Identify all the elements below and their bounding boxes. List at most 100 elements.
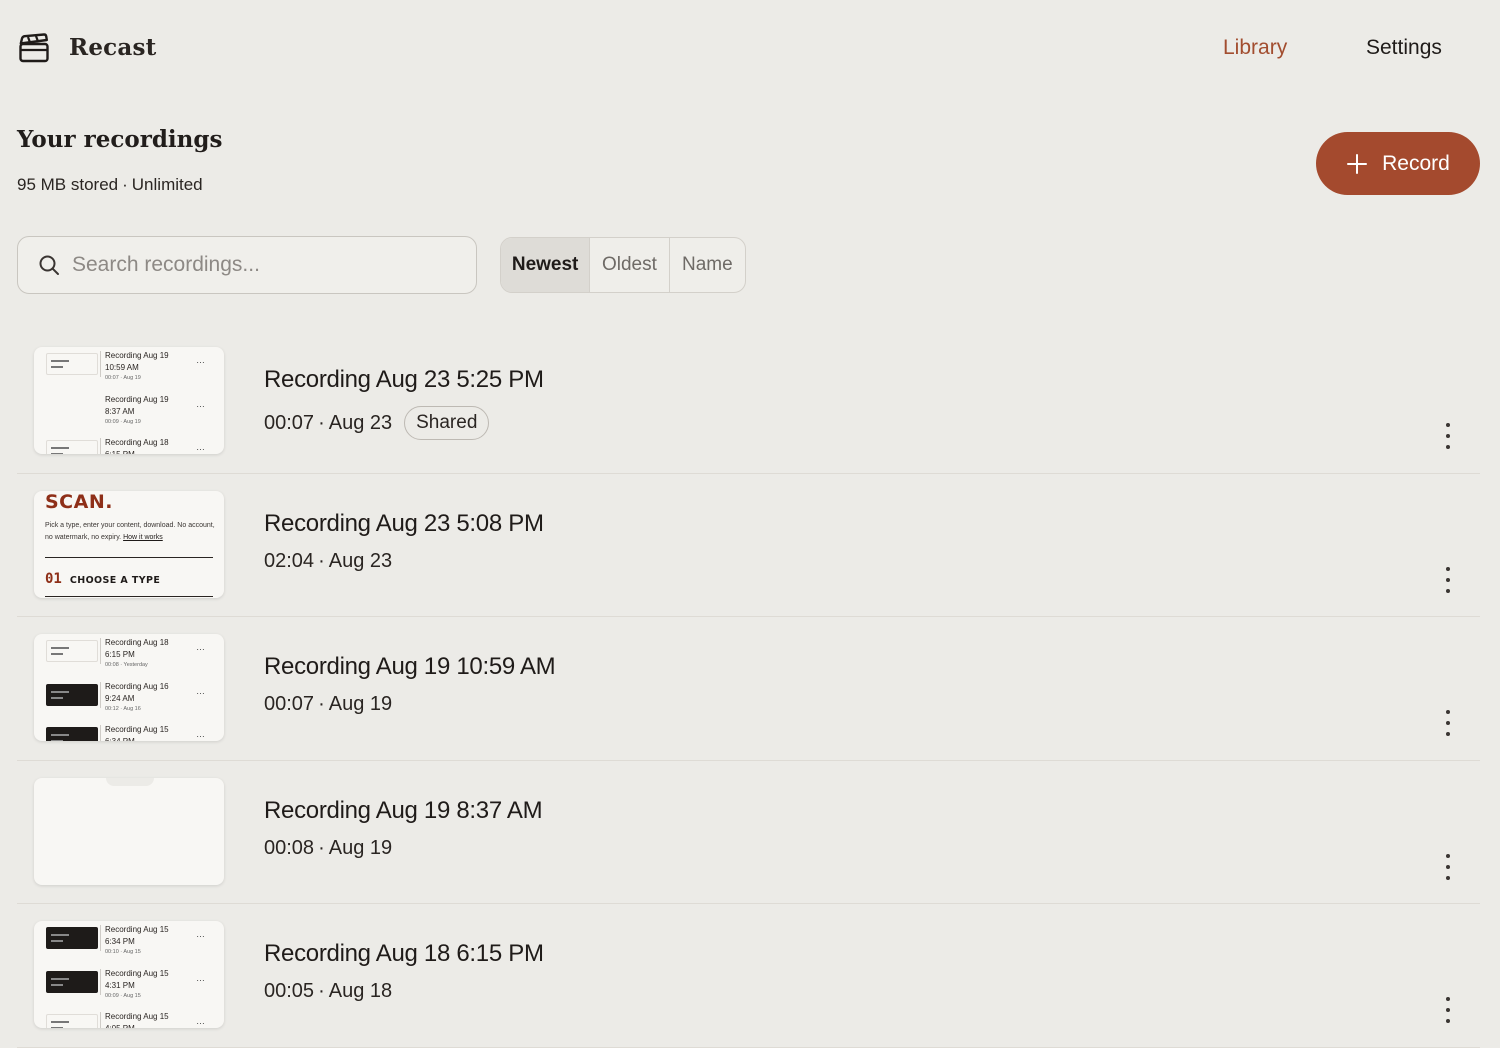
more-options-icon[interactable] xyxy=(1441,710,1455,736)
dot xyxy=(1446,853,1450,858)
recording-thumbnail[interactable] xyxy=(34,777,224,885)
sort-toggle: Newest Oldest Name xyxy=(500,237,746,293)
thumbnail-divider xyxy=(100,438,101,454)
thumbnail-item-title: Recording Aug 18 xyxy=(105,638,169,647)
preview-text-line xyxy=(51,447,69,449)
thumbnail-scan-link: How it works xyxy=(123,533,163,541)
thumbnail-divider xyxy=(100,681,101,708)
thumbnail-item-meta: 00:10 · Aug 15 xyxy=(105,949,141,955)
recording-duration: 02:04 xyxy=(264,549,315,572)
dot xyxy=(1446,588,1450,593)
search-input[interactable] xyxy=(72,253,442,277)
nav-settings[interactable]: Settings xyxy=(1366,36,1442,60)
thumbnail-item-meta: 00:07 · Aug 19 xyxy=(105,375,141,381)
thumbnail-item-title: Recording Aug 19 xyxy=(105,351,169,360)
sort-newest-button[interactable]: Newest xyxy=(501,238,591,292)
thumbnail-item-time: 10:59 AM xyxy=(105,363,139,372)
recording-row[interactable]: Recording Aug 15 6:34 PM 00:10 · Aug 15… Re… xyxy=(17,904,1480,1048)
preview-text-line xyxy=(51,690,69,693)
preview-text-line xyxy=(51,1021,69,1023)
preview-text-line xyxy=(51,696,63,699)
more-options-icon[interactable] xyxy=(1441,853,1455,880)
dot xyxy=(1446,566,1450,571)
thumbnail-step-number: 01 xyxy=(45,570,62,587)
sort-oldest-button[interactable]: Oldest xyxy=(590,238,670,292)
recording-meta: 00:07 · Aug 23 Shared xyxy=(264,406,490,440)
thumbnail-item-time: 4:05 PM xyxy=(105,1023,135,1028)
page-title: Your recordings xyxy=(17,126,223,153)
thumbnail-preview-image xyxy=(46,440,98,454)
dot xyxy=(1446,864,1450,869)
thumbnail-item-time: 8:37 AM xyxy=(105,406,135,416)
thumbnail-item-meta: 00:08 · Yesterday xyxy=(105,662,148,668)
preview-text-line xyxy=(51,653,63,655)
top-bar: Recast Library Settings xyxy=(0,0,1500,100)
thumbnail-item-time: 4:31 PM xyxy=(105,980,135,990)
recording-thumbnail[interactable]: Recording Aug 15 6:34 PM 00:10 · Aug 15… Re… xyxy=(34,921,224,1028)
thumbnail-item-title: Recording Aug 16 xyxy=(105,681,169,691)
thumbnail-item-title: Recording Aug 15 xyxy=(105,925,169,934)
storage-used: 95 MB stored xyxy=(17,175,119,194)
preview-text-line xyxy=(51,934,69,936)
thumbnail-preview-image xyxy=(46,1014,98,1028)
thumbnail-list-item: Recording Aug 18 6:15 PM 00:08 · Yesterday… xyxy=(34,634,224,677)
nav-library[interactable]: Library xyxy=(1223,36,1287,60)
dot xyxy=(1446,997,1450,1001)
separator-dot: · xyxy=(318,411,325,434)
thumbnail-scan-heading: SCAN. xyxy=(45,490,113,513)
recording-row[interactable]: Recording Aug 19 8:37 AM 00:08 · Aug 19 xyxy=(17,761,1480,904)
thumbnail-divider xyxy=(100,725,101,741)
dot xyxy=(1446,732,1450,736)
recording-duration: 00:08 xyxy=(264,836,315,859)
recording-thumbnail[interactable]: SCAN. Pick a type, enter your content, do… xyxy=(34,490,224,598)
preview-text-line xyxy=(51,734,69,736)
more-options-icon[interactable] xyxy=(1441,997,1455,1023)
separator-dot: · xyxy=(318,693,325,715)
dot xyxy=(1446,445,1450,449)
search-box[interactable] xyxy=(17,236,477,294)
thumbnail-item-title: Recording Aug 15 xyxy=(105,725,169,734)
thumbnail-scan-step: 01 CHOOSE A TYPE xyxy=(45,571,160,587)
thumbnail-step-label: CHOOSE A TYPE xyxy=(69,574,161,586)
more-options-icon[interactable] xyxy=(1441,423,1455,449)
thumbnail-item-time: 6:15 PM xyxy=(105,449,135,454)
more-options-icon[interactable] xyxy=(1441,566,1455,593)
more-icon: … xyxy=(196,355,205,365)
recording-thumbnail[interactable]: Recording Aug 18 6:15 PM 00:08 · Yesterday… xyxy=(34,634,224,741)
recording-date: Aug 18 xyxy=(328,980,393,1002)
thumbnail-list-item: Recording Aug 15 4:31 PM 00:09 · Aug 15… xyxy=(34,965,224,1008)
recording-title: Recording Aug 19 8:37 AM xyxy=(264,796,543,824)
recording-date: Aug 19 xyxy=(328,836,393,859)
recording-row[interactable]: SCAN. Pick a type, enter your content, do… xyxy=(17,474,1480,617)
recording-thumbnail[interactable]: Recording Aug 19 10:59 AM 00:07 · Aug 19 … R… xyxy=(34,347,224,454)
search-icon xyxy=(39,255,59,275)
recording-row[interactable]: Recording Aug 19 10:59 AM 00:07 · Aug 19 … R… xyxy=(17,330,1480,474)
thumbnail-preview-image xyxy=(46,353,98,375)
separator-dot: · xyxy=(318,980,325,1002)
more-icon: … xyxy=(196,972,205,983)
recording-row[interactable]: Recording Aug 18 6:15 PM 00:08 · Yesterday… xyxy=(17,617,1480,761)
thumbnail-preview-image xyxy=(46,970,98,993)
thumbnail-divider xyxy=(100,925,101,951)
recordings-list: Recording Aug 19 10:59 AM 00:07 · Aug 19 … R… xyxy=(17,330,1480,1048)
storage-info: 95 MB stored · Unlimited xyxy=(17,175,203,195)
preview-text-line xyxy=(51,740,63,741)
record-button[interactable]: Record xyxy=(1316,132,1480,195)
recording-meta: 00:08 · Aug 19 xyxy=(264,837,392,860)
thumbnail-rule xyxy=(45,556,213,558)
thumbnail-item-meta: 00:09 · Aug 15 xyxy=(105,992,141,999)
thumbnail-item-title: Recording Aug 19 xyxy=(105,394,169,404)
clapperboard-icon xyxy=(19,33,49,63)
more-icon: … xyxy=(196,1016,205,1026)
sort-name-button[interactable]: Name xyxy=(670,238,745,292)
more-icon: … xyxy=(196,398,205,409)
plus-icon xyxy=(1346,153,1368,175)
thumbnail-preview-image xyxy=(46,927,98,949)
thumbnail-divider xyxy=(100,351,101,377)
thumbnail-preview-image xyxy=(46,640,98,662)
separator-dot: · xyxy=(122,175,128,194)
recording-duration: 00:07 xyxy=(264,693,315,715)
thumbnail-list-item: Recording Aug 154:05 PM… xyxy=(34,1008,224,1028)
thumbnail-preview-image xyxy=(46,683,98,706)
thumbnail-list-item: Recording Aug 156:34 PM… xyxy=(34,721,224,741)
